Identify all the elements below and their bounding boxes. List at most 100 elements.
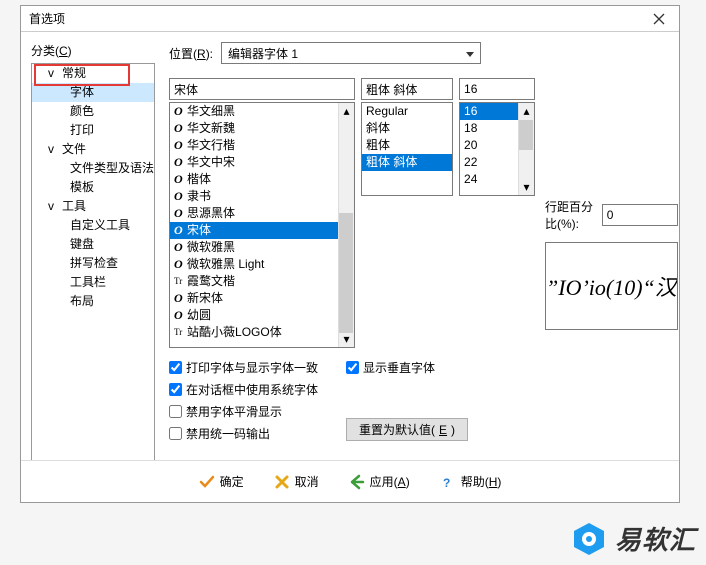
tree-item-label: 自定义工具 <box>70 216 130 235</box>
tree-item-label: 工具 <box>62 197 86 216</box>
tree-item-label: 文件 <box>62 140 86 159</box>
tree-item-label: 打印 <box>70 121 94 140</box>
tree-item-label: 键盘 <box>70 235 94 254</box>
apply-button[interactable]: 应用(A) <box>343 469 416 494</box>
font-picker-area: O华文细黑O华文新魏O华文行楷O华文中宋O楷体O隶书O思源黑体O宋体O微软雅黑O… <box>169 78 535 348</box>
tree-item-label: 工具栏 <box>70 273 106 292</box>
tree-item[interactable]: 模板 <box>32 178 154 197</box>
font-list[interactable]: O华文细黑O华文新魏O华文行楷O华文中宋O楷体O隶书O思源黑体O宋体O微软雅黑O… <box>169 102 355 348</box>
opentype-icon: O <box>174 290 184 307</box>
ok-button[interactable]: 确定 <box>193 469 250 494</box>
close-icon <box>653 13 665 25</box>
line-spacing-label: 行距百分比(%): <box>545 198 594 232</box>
titlebar: 首选项 <box>21 6 679 32</box>
font-list-item[interactable]: O华文细黑 <box>170 103 354 120</box>
tree-item[interactable]: v文件 <box>32 140 154 159</box>
style-list-item[interactable]: 斜体 <box>362 120 452 137</box>
style-list-item[interactable]: 粗体 <box>362 137 452 154</box>
tree-item[interactable]: 工具栏 <box>32 273 154 292</box>
tree-item-label: 常规 <box>62 64 86 83</box>
tree-item[interactable]: v常规 <box>32 64 154 83</box>
main-panel: 位置(R): 编辑器字体 1 O华文细黑O华文新魏O华文行楷O华文中宋O楷体O隶… <box>155 32 692 502</box>
position-combo[interactable]: 编辑器字体 1 <box>221 42 481 64</box>
tree-item-label: 模板 <box>70 178 94 197</box>
font-style-input[interactable] <box>361 78 453 100</box>
cancel-button[interactable]: 取消 <box>268 469 325 494</box>
checkbox-system-font[interactable]: 在对话框中使用系统字体 <box>169 380 318 398</box>
opentype-icon: O <box>174 239 184 256</box>
font-list-item[interactable]: O宋体 <box>170 222 354 239</box>
font-list-item[interactable]: O新宋体 <box>170 290 354 307</box>
font-name-input[interactable] <box>169 78 355 100</box>
tree-item-label: 拼写检查 <box>70 254 118 273</box>
question-icon: ? <box>440 474 456 490</box>
style-list-item[interactable]: 粗体 斜体 <box>362 154 452 171</box>
svg-text:?: ? <box>443 476 450 490</box>
font-list-item[interactable]: O微软雅黑 Light <box>170 256 354 273</box>
font-list-item[interactable]: Tr霞鹜文楷 <box>170 273 354 290</box>
font-list-item[interactable]: O思源黑体 <box>170 205 354 222</box>
opentype-icon: O <box>174 188 184 205</box>
watermark-text: 易软汇 <box>615 520 696 557</box>
reset-defaults-button[interactable]: 重置为默认值(E) <box>346 418 468 441</box>
style-list-item[interactable]: Regular <box>362 103 452 120</box>
opentype-icon: O <box>174 307 184 324</box>
tree-item[interactable]: 文件类型及语法 <box>32 159 154 178</box>
expander-icon: v <box>48 197 60 216</box>
line-spacing-input[interactable] <box>602 204 678 226</box>
tree-item[interactable]: 布局 <box>32 292 154 311</box>
tree-item[interactable]: 字体 <box>32 83 154 102</box>
checkbox-no-unicode[interactable]: 禁用统一码输出 <box>169 424 318 442</box>
font-size-input[interactable] <box>459 78 535 100</box>
checkbox-same-font[interactable]: 打印字体与显示字体一致 <box>169 358 318 376</box>
check-icon <box>199 474 215 490</box>
font-preview: ”IO’io(10)“汉 <box>545 242 678 330</box>
tree-item[interactable]: 自定义工具 <box>32 216 154 235</box>
preferences-window: 首选项 分类(C) v常规字体颜色打印v文件文件类型及语法模板v工具自定义工具键… <box>20 5 680 503</box>
tree-item-label: 颜色 <box>70 102 94 121</box>
tree-item[interactable]: 颜色 <box>32 102 154 121</box>
font-style-list[interactable]: Regular斜体粗体粗体 斜体 <box>361 102 453 196</box>
opentype-icon: O <box>174 205 184 222</box>
watermark-icon <box>571 521 607 557</box>
font-list-scrollbar[interactable]: ▴ ▾ <box>338 103 354 347</box>
opentype-icon: O <box>174 171 184 188</box>
x-icon <box>274 474 290 490</box>
tree-item-label: 布局 <box>70 292 94 311</box>
font-size-list[interactable]: 1618202224 ▴ ▾ <box>459 102 535 196</box>
category-tree[interactable]: v常规字体颜色打印v文件文件类型及语法模板v工具自定义工具键盘拼写检查工具栏布局 <box>31 63 155 492</box>
close-button[interactable] <box>647 9 671 29</box>
checkbox-no-smooth[interactable]: 禁用字体平滑显示 <box>169 402 318 420</box>
font-list-item[interactable]: O华文新魏 <box>170 120 354 137</box>
font-list-item[interactable]: O华文行楷 <box>170 137 354 154</box>
font-list-item[interactable]: O隶书 <box>170 188 354 205</box>
position-value: 编辑器字体 1 <box>228 45 298 62</box>
help-button[interactable]: ? 帮助(H) <box>434 469 508 494</box>
tree-item[interactable]: v工具 <box>32 197 154 216</box>
watermark: 易软汇 <box>571 520 696 557</box>
font-list-item[interactable]: O华文中宋 <box>170 154 354 171</box>
size-list-scrollbar[interactable]: ▴ ▾ <box>518 103 534 195</box>
expander-icon: v <box>48 64 60 83</box>
font-list-item[interactable]: Tr站酷小薇LOGO体 <box>170 324 354 341</box>
tree-item[interactable]: 打印 <box>32 121 154 140</box>
window-title: 首选项 <box>29 10 647 27</box>
font-list-item[interactable]: O微软雅黑 <box>170 239 354 256</box>
category-label: 分类(C) <box>31 42 155 59</box>
truetype-icon: Tr <box>174 273 184 290</box>
opentype-icon: O <box>174 222 184 239</box>
arrow-left-icon <box>349 474 365 490</box>
font-list-item[interactable]: O幼圆 <box>170 307 354 324</box>
tree-item[interactable]: 拼写检查 <box>32 254 154 273</box>
opentype-icon: O <box>174 120 184 137</box>
dialog-button-row: 确定 取消 应用(A) ? 帮助(H) <box>21 460 679 502</box>
truetype-icon: Tr <box>174 324 184 341</box>
checkbox-vertical-font[interactable]: 显示垂直字体 <box>346 358 468 376</box>
position-label: 位置(R): <box>169 45 213 62</box>
tree-item-label: 字体 <box>70 83 94 102</box>
font-list-item[interactable]: O楷体 <box>170 171 354 188</box>
opentype-icon: O <box>174 154 184 171</box>
tree-item-label: 文件类型及语法 <box>70 159 154 178</box>
tree-item[interactable]: 键盘 <box>32 235 154 254</box>
opentype-icon: O <box>174 256 184 273</box>
